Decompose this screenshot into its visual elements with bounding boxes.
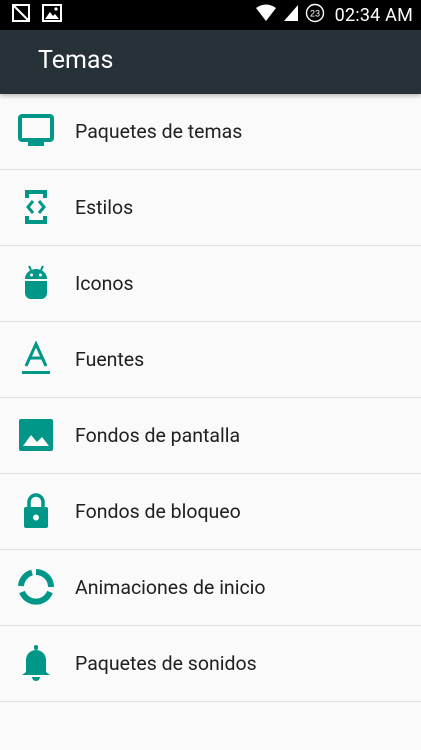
status-time: 02:34 AM: [334, 4, 413, 26]
notification-count-badge: 23: [305, 3, 325, 27]
image-notification-icon: [42, 4, 62, 26]
menu-item-label: Fondos de bloqueo: [75, 500, 241, 523]
android-icon: [17, 264, 55, 302]
menu-item-iconos[interactable]: Iconos: [0, 246, 421, 322]
menu-list: Paquetes de temas Estilos Iconos Fuentes…: [0, 94, 421, 702]
image-icon: [17, 416, 55, 454]
menu-item-animaciones-de-inicio[interactable]: Animaciones de inicio: [0, 550, 421, 626]
menu-item-label: Estilos: [75, 196, 134, 219]
menu-item-label: Paquetes de temas: [75, 120, 243, 143]
menu-item-label: Animaciones de inicio: [75, 576, 266, 599]
menu-item-label: Paquetes de sonidos: [75, 652, 257, 675]
menu-item-paquetes-de-temas[interactable]: Paquetes de temas: [0, 94, 421, 170]
notification-count-text: 23: [310, 9, 320, 19]
phone-code-icon: [17, 188, 55, 226]
circle-progress-icon: [17, 568, 55, 606]
status-bar-left: [12, 4, 62, 26]
cellular-signal-icon: [283, 4, 299, 26]
status-bar: 23 02:34 AM: [0, 0, 421, 30]
monitor-icon: [17, 112, 55, 150]
app-bar: Temas: [0, 30, 421, 94]
bell-icon: [17, 644, 55, 682]
wifi-icon: [255, 4, 277, 26]
menu-item-label: Fuentes: [75, 348, 145, 371]
page-title: Temas: [38, 46, 114, 75]
no-sim-icon: [12, 4, 30, 26]
menu-item-estilos[interactable]: Estilos: [0, 170, 421, 246]
menu-item-fuentes[interactable]: Fuentes: [0, 322, 421, 398]
status-bar-right: 23 02:34 AM: [255, 3, 413, 27]
lock-icon: [17, 492, 55, 530]
menu-item-label: Fondos de pantalla: [75, 424, 241, 447]
menu-item-paquetes-de-sonidos[interactable]: Paquetes de sonidos: [0, 626, 421, 702]
menu-item-fondos-de-pantalla[interactable]: Fondos de pantalla: [0, 398, 421, 474]
menu-item-fondos-de-bloqueo[interactable]: Fondos de bloqueo: [0, 474, 421, 550]
font-icon: [17, 340, 55, 378]
menu-item-label: Iconos: [75, 272, 134, 295]
